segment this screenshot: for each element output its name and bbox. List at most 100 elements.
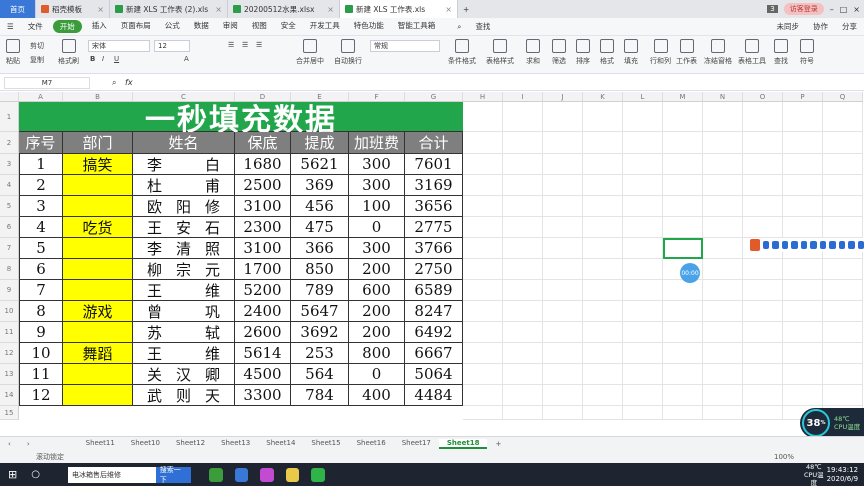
empty-cell[interactable] bbox=[663, 301, 703, 322]
empty-cell[interactable] bbox=[823, 196, 863, 217]
data-cell[interactable]: 5621 bbox=[291, 154, 349, 175]
data-cell[interactable]: 850 bbox=[291, 259, 349, 280]
empty-cell[interactable] bbox=[583, 385, 623, 406]
empty-cell[interactable] bbox=[823, 217, 863, 238]
column-header[interactable]: Q bbox=[823, 92, 863, 102]
empty-cell[interactable] bbox=[583, 406, 623, 420]
empty-cell[interactable] bbox=[743, 102, 783, 132]
data-cell[interactable]: 3300 bbox=[235, 385, 291, 406]
empty-cell[interactable] bbox=[703, 102, 743, 132]
ribbon-group-4[interactable]: 排序 bbox=[576, 39, 590, 66]
column-header[interactable]: L bbox=[623, 92, 663, 102]
empty-cell[interactable] bbox=[703, 385, 743, 406]
empty-cell[interactable] bbox=[783, 132, 823, 154]
floating-tool-icon[interactable] bbox=[829, 241, 836, 249]
row-header[interactable]: 6 bbox=[0, 217, 19, 238]
empty-cell[interactable] bbox=[743, 406, 783, 420]
empty-cell[interactable] bbox=[703, 175, 743, 196]
empty-cell[interactable] bbox=[583, 259, 623, 280]
data-cell[interactable]: 4500 bbox=[235, 364, 291, 385]
empty-cell[interactable] bbox=[663, 217, 703, 238]
empty-cell[interactable] bbox=[623, 301, 663, 322]
column-header[interactable]: K bbox=[583, 92, 623, 102]
empty-cell[interactable] bbox=[463, 322, 503, 343]
table-header-cell[interactable]: 姓名 bbox=[133, 132, 235, 154]
empty-cell[interactable] bbox=[583, 343, 623, 364]
dept-cell[interactable]: 吃货 bbox=[63, 217, 133, 238]
data-cell[interactable]: 6589 bbox=[405, 280, 463, 301]
column-header[interactable]: O bbox=[743, 92, 783, 102]
empty-cell[interactable] bbox=[583, 175, 623, 196]
underline-button[interactable]: U bbox=[114, 55, 119, 63]
empty-cell[interactable] bbox=[503, 385, 543, 406]
floating-tool-icon[interactable] bbox=[857, 241, 864, 249]
empty-cell[interactable] bbox=[823, 175, 863, 196]
dept-cell[interactable]: 游戏 bbox=[63, 301, 133, 322]
dept-cell[interactable]: 搞笑 bbox=[63, 154, 133, 175]
empty-cell[interactable] bbox=[743, 301, 783, 322]
font-name-select[interactable]: 宋体 bbox=[88, 40, 150, 52]
empty-cell[interactable] bbox=[503, 406, 543, 420]
add-sheet-icon[interactable]: + bbox=[487, 440, 509, 448]
data-cell[interactable]: 784 bbox=[291, 385, 349, 406]
copy-button[interactable]: 复制 bbox=[30, 55, 44, 65]
empty-cell[interactable] bbox=[703, 238, 743, 259]
empty-cell[interactable] bbox=[743, 385, 783, 406]
selected-cell[interactable] bbox=[663, 238, 703, 259]
empty-cell[interactable] bbox=[543, 175, 583, 196]
sheet-tab[interactable]: Sheet15 bbox=[303, 439, 348, 449]
zoom-level[interactable]: 100% bbox=[774, 453, 864, 461]
sheet-tab[interactable]: Sheet10 bbox=[123, 439, 168, 449]
data-cell[interactable]: 2775 bbox=[405, 217, 463, 238]
hamburger-icon[interactable]: ☰ bbox=[0, 22, 21, 31]
empty-cell[interactable] bbox=[503, 175, 543, 196]
menu-search[interactable]: 查找 bbox=[468, 21, 497, 32]
data-cell[interactable]: 4 bbox=[19, 217, 63, 238]
row-header[interactable]: 7 bbox=[0, 238, 19, 259]
empty-cell[interactable] bbox=[703, 280, 743, 301]
name-cell[interactable]: 曾巩 bbox=[133, 301, 235, 322]
empty-cell[interactable] bbox=[543, 102, 583, 132]
ribbon-group-11[interactable]: 查找 bbox=[774, 39, 788, 66]
column-header[interactable]: J bbox=[543, 92, 583, 102]
empty-cell[interactable] bbox=[743, 196, 783, 217]
empty-cell[interactable] bbox=[823, 154, 863, 175]
number-format-select[interactable]: 常规 bbox=[370, 40, 440, 52]
next-sheet-icon[interactable]: › bbox=[19, 440, 38, 448]
menu-right-2[interactable]: 分享 bbox=[835, 21, 864, 32]
empty-cell[interactable] bbox=[503, 132, 543, 154]
data-cell[interactable]: 3 bbox=[19, 196, 63, 217]
empty-cell[interactable] bbox=[543, 259, 583, 280]
empty-cell[interactable] bbox=[623, 132, 663, 154]
wrap-text-button[interactable]: 自动换行 bbox=[334, 39, 362, 66]
empty-cell[interactable] bbox=[583, 217, 623, 238]
data-cell[interactable]: 564 bbox=[291, 364, 349, 385]
dept-cell[interactable] bbox=[63, 280, 133, 301]
empty-cell[interactable] bbox=[463, 406, 503, 420]
dept-cell[interactable] bbox=[63, 322, 133, 343]
name-cell[interactable]: 王维 bbox=[133, 280, 235, 301]
data-cell[interactable]: 475 bbox=[291, 217, 349, 238]
data-cell[interactable]: 300 bbox=[349, 175, 405, 196]
name-cell[interactable]: 李清照 bbox=[133, 238, 235, 259]
floating-tool-icon[interactable] bbox=[791, 241, 798, 249]
data-cell[interactable]: 10 bbox=[19, 343, 63, 364]
name-cell[interactable]: 柳宗元 bbox=[133, 259, 235, 280]
empty-cell[interactable] bbox=[783, 322, 823, 343]
data-cell[interactable]: 1700 bbox=[235, 259, 291, 280]
empty-cell[interactable] bbox=[543, 364, 583, 385]
empty-cell[interactable] bbox=[623, 280, 663, 301]
row-header[interactable]: 4 bbox=[0, 175, 19, 196]
empty-cell[interactable] bbox=[463, 132, 503, 154]
windows-start-icon[interactable]: ⊞ bbox=[8, 468, 17, 481]
data-cell[interactable]: 456 bbox=[291, 196, 349, 217]
empty-cell[interactable] bbox=[783, 259, 823, 280]
floating-tool-icon[interactable] bbox=[750, 239, 760, 251]
ribbon-group-5[interactable]: 格式 bbox=[600, 39, 614, 66]
empty-cell[interactable] bbox=[623, 322, 663, 343]
data-cell[interactable]: 369 bbox=[291, 175, 349, 196]
menu-4[interactable]: 数据 bbox=[187, 20, 216, 33]
app-wps-icon[interactable] bbox=[234, 467, 249, 482]
menu-10[interactable]: 智能工具箱 bbox=[391, 20, 443, 33]
ribbon-group-1[interactable]: 表格样式 bbox=[486, 39, 514, 66]
